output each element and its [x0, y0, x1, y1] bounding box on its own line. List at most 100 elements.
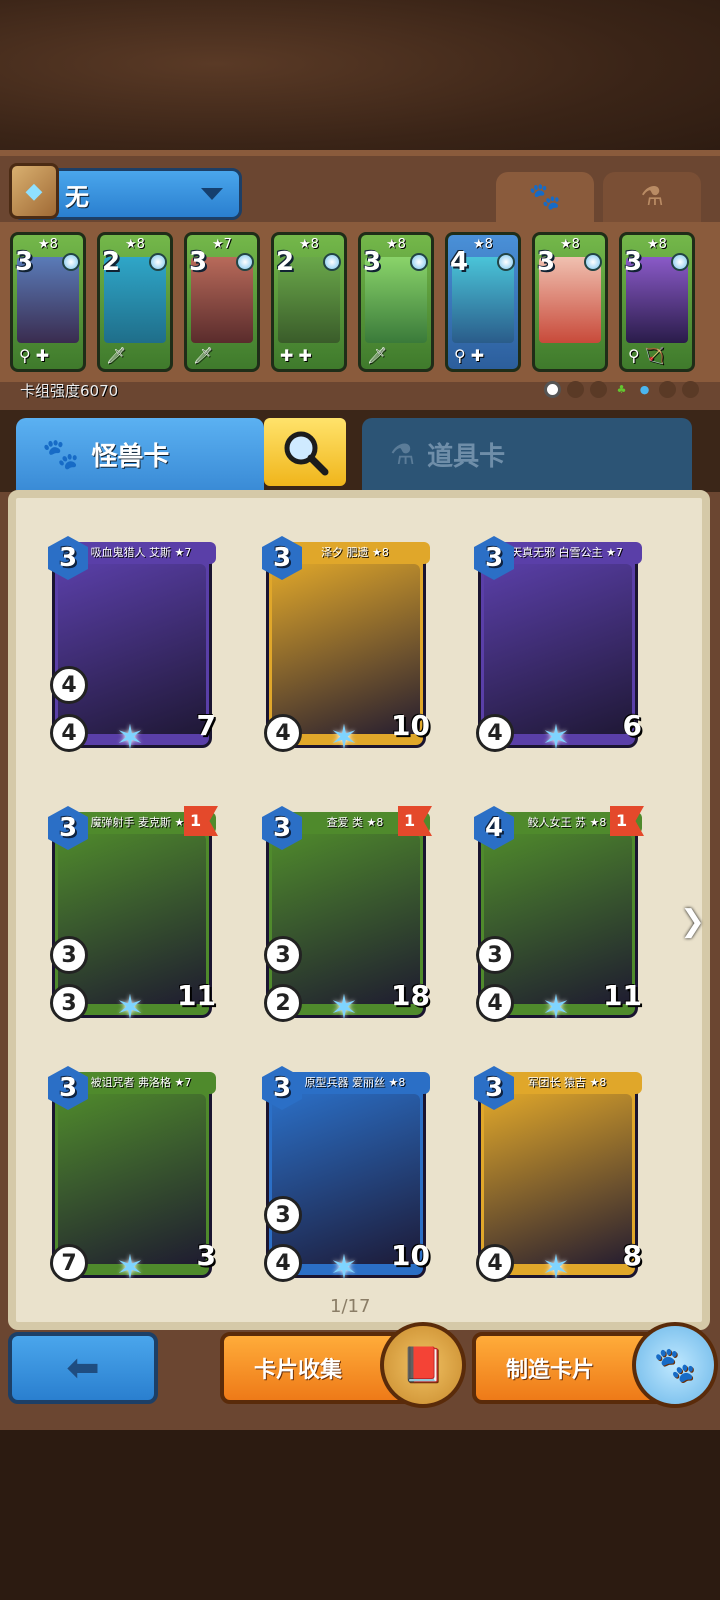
monster-card[interactable]: 原型兵器 爱丽丝 ★8 3 3 4 ✶ 10: [260, 1066, 432, 1294]
card-health: 6: [622, 709, 642, 742]
deck-card[interactable]: ★7 3 🗡: [184, 232, 260, 372]
earth-icon: [590, 381, 607, 398]
card-name: 泽夕 肥遗 ★8: [280, 542, 430, 564]
deck-card[interactable]: ★8 4 ⚲ ✚: [445, 232, 521, 372]
card-attack: 4: [476, 984, 514, 1022]
monster-card[interactable]: 鲛人女王 苏 ★8 4 1 3 4 ✶ 11: [472, 806, 644, 1034]
next-page-arrow-icon[interactable]: ❯: [680, 904, 705, 939]
paw-bottle-icon: 🐾: [632, 1322, 718, 1408]
deck-power: 卡组强度6070: [20, 382, 119, 400]
button-label: 卡片收集: [254, 1358, 343, 1383]
page-indicator: 1/17: [330, 1296, 371, 1317]
deck-selector[interactable]: ◆ 无: [9, 163, 242, 220]
fire-icon: [682, 381, 699, 398]
card-attack: 2: [264, 984, 302, 1022]
card-name: 天真无邪 白雪公主 ★7: [492, 542, 642, 564]
heal-icon: ✚ ✚: [280, 346, 312, 365]
monster-card[interactable]: 被诅咒者 弗洛格 ★7 3 7 ✶ 3: [46, 1066, 218, 1294]
card-name: 吸血鬼猎人 艾斯 ★7: [66, 542, 216, 564]
card-attack: 4: [476, 714, 514, 752]
tab-item-cards[interactable]: ⚗ 道具卡: [362, 418, 692, 490]
wood-background-top: [0, 0, 720, 160]
card-speed: 3: [50, 936, 88, 974]
search-button[interactable]: [264, 418, 346, 486]
card-attack: 4: [264, 1244, 302, 1282]
paw-icon: 🐾: [528, 182, 562, 212]
card-book-icon: 📕: [380, 1322, 466, 1408]
deck-card[interactable]: ★8 2 ✚ ✚: [271, 232, 347, 372]
card-cost: 2: [276, 247, 295, 277]
button-label: 制造卡片: [506, 1358, 595, 1383]
gem-icon: [584, 253, 602, 271]
card-health: 3: [196, 1239, 216, 1272]
star-rank-icon: ✶: [541, 988, 571, 1028]
gem-icon: [149, 253, 167, 271]
monster-card[interactable]: 魔弹射手 麦克斯 ★8 3 1 3 3 ✶ 11: [46, 806, 218, 1034]
chevron-down-icon: [201, 188, 223, 200]
card-health: 10: [391, 1239, 430, 1272]
card-health: 7: [196, 709, 216, 742]
star-rank-icon: ✶: [329, 1248, 359, 1288]
gem-icon: [671, 253, 689, 271]
search-icon: [284, 431, 329, 476]
star-rank-icon: ✶: [541, 1248, 571, 1288]
back-arrow-icon: ⬅: [66, 1345, 100, 1391]
card-name: 军团长 猿吉 ★8: [492, 1072, 642, 1094]
card-health: 10: [391, 709, 430, 742]
card-art: [484, 564, 632, 734]
deck-name: 无: [65, 182, 89, 211]
card-health: 11: [177, 979, 216, 1012]
element-filter-icons: ♣ ●: [544, 381, 699, 398]
tab-monster-cards[interactable]: 🐾 怪兽卡: [16, 418, 264, 490]
back-button[interactable]: ⬅: [8, 1332, 158, 1404]
sword-icon: 🗡: [367, 346, 388, 365]
deck-card[interactable]: ★8 3 ⚲ ✚: [10, 232, 86, 372]
card-cost: 2: [102, 247, 121, 277]
card-cost: 3: [363, 247, 382, 277]
card-attack: 3: [50, 984, 88, 1022]
card-name: 被诅咒者 弗洛格 ★7: [66, 1072, 216, 1094]
sword-icon: 🗡: [193, 346, 214, 365]
card-cost: 3: [537, 247, 556, 277]
deck-card[interactable]: ★8 3: [532, 232, 608, 372]
gem-icon: [323, 253, 341, 271]
card-collection-button[interactable]: 卡片收集 📕: [220, 1322, 466, 1408]
staff-icon: ⚲ 🏹: [628, 346, 665, 365]
tab-item-deck[interactable]: ⚗: [603, 172, 701, 222]
deck-card[interactable]: ★8 2 🗡: [97, 232, 173, 372]
staff-icon: ⚲ ✚: [454, 346, 485, 365]
wood-background-bottom: [0, 1430, 720, 1600]
card-attack: 4: [476, 1244, 514, 1282]
gem-icon: [410, 253, 428, 271]
card-art: [58, 1094, 206, 1264]
craft-card-button[interactable]: 制造卡片 🐾: [472, 1322, 718, 1408]
monster-card[interactable]: 泽夕 肥遗 ★8 3 4 ✶ 10: [260, 536, 432, 764]
deck-book-icon: ◆: [9, 163, 59, 219]
card-cost: 4: [450, 247, 469, 277]
wind-icon: [659, 381, 676, 398]
deck-card[interactable]: ★8 3 ⚲ 🏹: [619, 232, 695, 372]
water-icon: ●: [639, 383, 650, 396]
card-attack: 4: [264, 714, 302, 752]
card-name: 原型兵器 爱丽丝 ★8: [280, 1072, 430, 1094]
star-rank-icon: ✶: [329, 718, 359, 758]
neutral-icon: [544, 381, 561, 398]
card-speed: 3: [264, 1196, 302, 1234]
card-art: [58, 564, 206, 734]
star-rank-icon: ✶: [115, 718, 145, 758]
star-rank-icon: ✶: [329, 988, 359, 1028]
monster-card[interactable]: 查爱 类 ★8 3 1 3 2 ✶ 18: [260, 806, 432, 1034]
tab-monster-deck[interactable]: 🐾: [496, 172, 594, 222]
deck-card[interactable]: ★8 3 🗡: [358, 232, 434, 372]
card-cost: 3: [15, 247, 34, 277]
card-speed: 3: [476, 936, 514, 974]
monster-card[interactable]: 天真无邪 白雪公主 ★7 3 4 ✶ 6: [472, 536, 644, 764]
card-health: 11: [603, 979, 642, 1012]
card-health: 18: [391, 979, 430, 1012]
card-speed: 4: [50, 666, 88, 704]
tab-label: 怪兽卡: [91, 441, 170, 472]
star-rank-icon: ✶: [115, 988, 145, 1028]
monster-card[interactable]: 吸血鬼猎人 艾斯 ★7 3 4 4 ✶ 7: [46, 536, 218, 764]
card-health: 8: [622, 1239, 642, 1272]
monster-card[interactable]: 军团长 猿吉 ★8 3 4 ✶ 8: [472, 1066, 644, 1294]
